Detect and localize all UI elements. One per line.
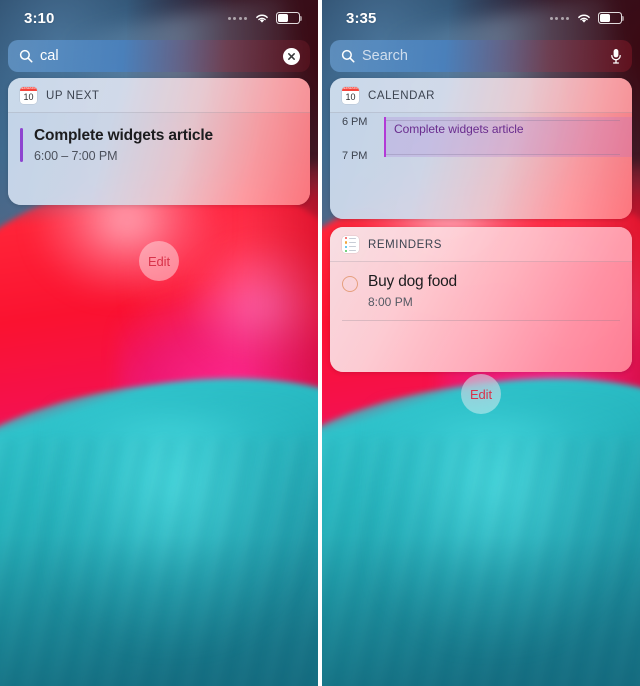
- widget-header[interactable]: WEDNESDAY 10 CALENDAR: [330, 78, 632, 113]
- search-icon: [19, 49, 33, 63]
- widget-header[interactable]: REMINDERS: [330, 227, 632, 262]
- calendar-event-block[interactable]: Complete widgets article: [384, 117, 632, 157]
- circle-checkbox-icon[interactable]: [342, 276, 358, 292]
- reminder-row[interactable]: Buy dog food 8:00 PM: [342, 273, 620, 309]
- search-input[interactable]: cal: [40, 48, 283, 64]
- event-color-bar: [20, 128, 23, 162]
- microphone-icon[interactable]: [610, 48, 622, 65]
- status-bar-indicators: [549, 12, 625, 24]
- calendar-event-title: Complete widgets article: [394, 122, 524, 136]
- status-bar: 3:35: [322, 0, 640, 36]
- wifi-icon: [578, 14, 590, 23]
- event-time: 6:00 – 7:00 PM: [34, 148, 118, 163]
- widget-card-up-next[interactable]: WEDNESDAY 10 UP NEXT Complete widgets ar…: [8, 78, 310, 205]
- timeline-row: 7 PM: [342, 150, 620, 189]
- search-bar[interactable]: cal: [8, 40, 310, 72]
- widget-title: CALENDAR: [368, 89, 436, 102]
- search-icon: [341, 49, 355, 63]
- reminders-body: Buy dog food 8:00 PM: [330, 262, 632, 372]
- calendar-icon-day: 10: [345, 91, 356, 102]
- phone-screenshot-left: 3:10 cal WEDNESDAY 10 UP NEXT Complete w…: [0, 0, 318, 686]
- wifi-icon: [256, 14, 268, 23]
- edit-button-label: Edit: [469, 386, 492, 402]
- cellular-dots-icon: [549, 16, 569, 20]
- widget-card-reminders[interactable]: REMINDERS Buy dog food 8:00 PM: [330, 227, 632, 373]
- widget-title: UP NEXT: [46, 89, 100, 102]
- timeline-hour-label: 6 PM: [342, 116, 368, 128]
- widget-title: REMINDERS: [368, 238, 442, 251]
- search-input[interactable]: Search: [362, 48, 610, 64]
- close-circle-icon[interactable]: [283, 47, 300, 65]
- widget-card-calendar[interactable]: WEDNESDAY 10 CALENDAR 6 PM 7 PM Complete…: [330, 78, 632, 219]
- edit-button-label: Edit: [147, 253, 170, 269]
- battery-icon: [276, 12, 303, 24]
- status-bar-time: 3:10: [24, 9, 55, 27]
- event-row[interactable]: Complete widgets article 6:00 – 7:00 PM: [20, 127, 298, 163]
- widget-header[interactable]: WEDNESDAY 10 UP NEXT: [8, 78, 310, 113]
- cellular-dots-icon: [227, 16, 247, 20]
- reminder-title: Buy dog food: [368, 273, 457, 290]
- widget-stack: WEDNESDAY 10 UP NEXT Complete widgets ar…: [8, 78, 310, 205]
- timeline: 6 PM 7 PM Complete widgets article: [342, 116, 632, 189]
- reminder-divider: [342, 319, 620, 321]
- timeline-hour-label: 7 PM: [342, 150, 368, 162]
- status-bar-time: 3:35: [346, 9, 377, 27]
- edit-button[interactable]: Edit: [461, 374, 501, 414]
- search-bar[interactable]: Search: [330, 40, 632, 72]
- event-title: Complete widgets article: [34, 127, 214, 144]
- calendar-app-icon: WEDNESDAY 10: [20, 87, 37, 104]
- calendar-app-icon: WEDNESDAY 10: [342, 87, 359, 104]
- battery-icon: [598, 12, 625, 24]
- reminders-app-icon: [342, 236, 359, 253]
- widget-stack: WEDNESDAY 10 CALENDAR 6 PM 7 PM Complete…: [330, 78, 632, 373]
- phone-screenshot-right: 3:35 Search WEDNESDAY 10 CALENDAR 6 PM 7…: [322, 0, 640, 686]
- calendar-icon-day: 10: [23, 91, 34, 102]
- up-next-body: Complete widgets article 6:00 – 7:00 PM: [8, 113, 310, 205]
- dual-screenshot-stage: 3:10 cal WEDNESDAY 10 UP NEXT Complete w…: [0, 0, 640, 686]
- calendar-timeline-body: 6 PM 7 PM Complete widgets article: [330, 113, 632, 219]
- edit-button[interactable]: Edit: [139, 241, 179, 281]
- status-bar: 3:10: [0, 0, 318, 36]
- status-bar-indicators: [227, 12, 303, 24]
- reminder-time: 8:00 PM: [368, 294, 413, 309]
